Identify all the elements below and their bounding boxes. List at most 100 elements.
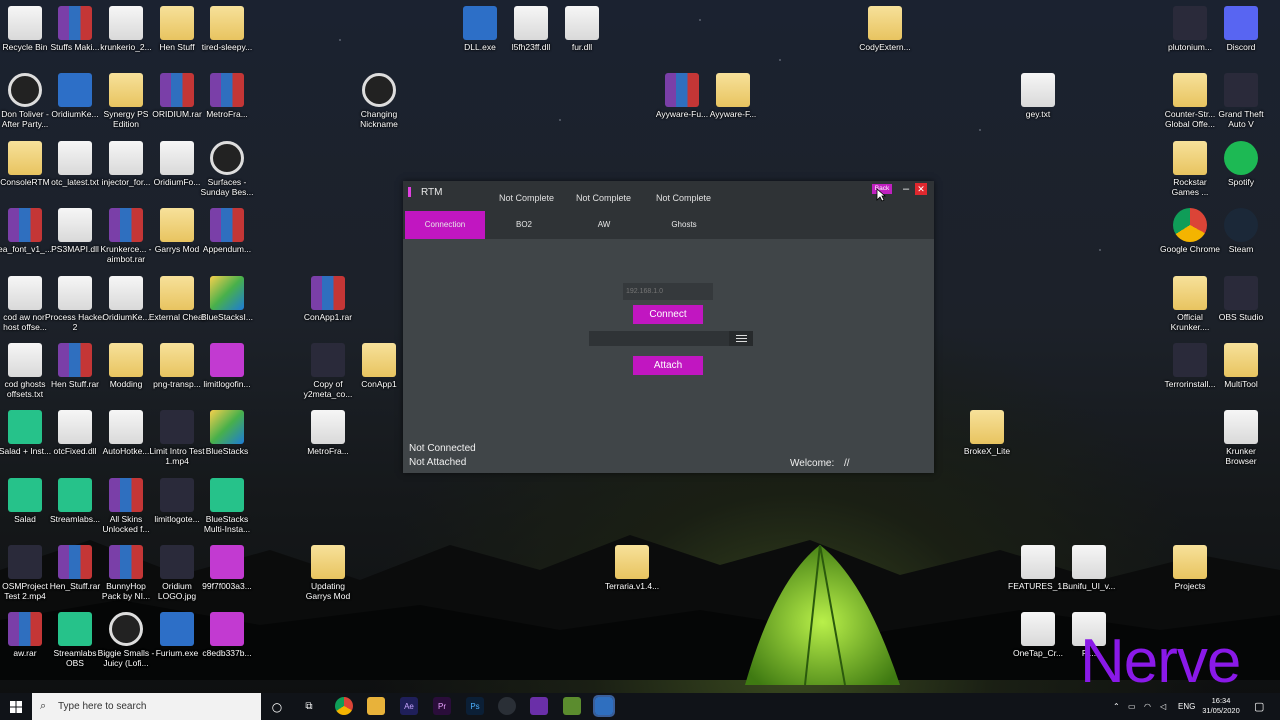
rockstar-icon [1173, 141, 1207, 175]
streamlabs-icon [58, 478, 92, 512]
network-icon[interactable]: ▭ [1128, 693, 1136, 720]
wifi-icon[interactable]: ◠ [1144, 693, 1151, 720]
desktop-icon-label: BlueStacksI... [201, 312, 253, 322]
taskbar-search-input[interactable]: ⌕ Type here to search [32, 693, 261, 720]
ip-address-input[interactable] [623, 283, 713, 300]
tab-ghosts[interactable]: Ghosts [644, 211, 724, 239]
desktop-icon[interactable]: Changing Nickname [349, 73, 409, 129]
attach-button[interactable]: Attach [633, 356, 703, 375]
cortana-icon[interactable]: ○ [266, 693, 288, 720]
desktop-icon[interactable]: 99f7f003a3... [197, 545, 257, 591]
desktop-icon[interactable]: OBS Studio [1211, 276, 1271, 322]
chrome-taskbar-icon[interactable] [335, 697, 353, 715]
tab-bo2[interactable]: BO2 [484, 211, 564, 239]
clock-time: 16:34 [1211, 696, 1231, 705]
desktop-icon[interactable]: BlueStacks [197, 410, 257, 456]
desktop-icon[interactable]: MultiTool [1211, 343, 1271, 389]
desktop-icon[interactable]: CodyExtern... [855, 6, 915, 52]
desktop-icon[interactable]: c8edb337b... [197, 612, 257, 658]
desktop-icon-label: OBS Studio [1218, 312, 1264, 322]
desktop-icon-label: ConApp1.rar [303, 312, 353, 322]
steam-taskbar-icon[interactable] [498, 697, 516, 715]
desktop-icon[interactable]: limitlogofin... [197, 343, 257, 389]
desktop-icon[interactable]: Surfaces - Sunday Bes... [197, 141, 257, 197]
desktop-icon-label: Discord [1226, 42, 1256, 52]
desktop-icon[interactable]: fur.dll [552, 6, 612, 52]
dll-icon [1072, 545, 1106, 579]
winrar-taskbar-icon[interactable] [593, 695, 615, 717]
close-button[interactable]: ✕ [915, 183, 927, 195]
rtm-title-bar[interactable]: RTM Not Complete Not Complete Not Comple… [403, 181, 934, 211]
desktop-icon[interactable]: tired-sleepy... [197, 6, 257, 52]
connect-button[interactable]: Connect [633, 305, 703, 324]
desktop-icon-label: MetroFra... [307, 446, 349, 456]
garrys-mod-icon [311, 545, 345, 579]
dll-icon [1021, 612, 1055, 646]
desktop-icon[interactable]: BlueStacksI... [197, 276, 257, 322]
after-effects-icon[interactable]: Ae [400, 697, 418, 715]
desktop-icon[interactable]: Ayyware-F... [703, 73, 763, 119]
mouse-cursor-icon [876, 188, 886, 202]
desktop-icon[interactable]: BrokeX_Lite [957, 410, 1017, 456]
desktop-icon-label: Bunifu_UI_v... [1062, 581, 1116, 591]
task-view-icon[interactable]: ⧉ [298, 693, 320, 720]
process-select[interactable] [589, 331, 753, 346]
desktop-icon[interactable]: gey.txt [1008, 73, 1068, 119]
desktop-icon-label: Grand Theft Auto V [1218, 109, 1264, 129]
desktop-icon[interactable]: BlueStacks Multi-Insta... [197, 478, 257, 534]
desktop-icon[interactable]: Projects [1160, 545, 1220, 591]
taskbar-clock[interactable]: 16:34 31/05/2020 [1200, 696, 1242, 716]
windows-start-icon[interactable] [0, 693, 32, 720]
volume-icon[interactable]: ◁ [1160, 693, 1166, 720]
dll-icon [58, 410, 92, 444]
desktop-icon-label: MultiTool [1224, 379, 1258, 389]
desktop-icon[interactable]: MetroFra... [197, 73, 257, 119]
minimize-button[interactable]: – [900, 183, 912, 195]
desktop-icon[interactable]: Updating Garrys Mod [298, 545, 358, 601]
premiere-icon[interactable]: Pr [433, 697, 451, 715]
desktop-icon[interactable]: Krunker Browser [1211, 410, 1271, 466]
archive-icon [665, 73, 699, 107]
video-file-icon [311, 343, 345, 377]
tray-chevron-icon[interactable]: ⌃ [1113, 693, 1120, 720]
search-icon: ⌕ [40, 700, 47, 712]
desktop-icon-label: Appendum... [202, 244, 252, 254]
tab-connection[interactable]: Connection [405, 211, 485, 239]
desktop-icon[interactable]: Discord [1211, 6, 1271, 52]
archive-icon [109, 545, 143, 579]
attach-status: Not Attached [409, 457, 467, 468]
language-indicator[interactable]: ENG [1178, 693, 1195, 720]
desktop-icon[interactable]: ConApp1 [349, 343, 409, 389]
desktop-icon[interactable]: ConApp1.rar [298, 276, 358, 322]
garrys-mod-icon [160, 208, 194, 242]
terror-icon [1173, 343, 1207, 377]
krunker-icon [1173, 276, 1207, 310]
desktop-icon[interactable]: Spotify [1211, 141, 1271, 187]
vlc-icon [362, 73, 396, 107]
notification-icon[interactable]: ▢ [1254, 693, 1264, 720]
desktop-icon[interactable]: Steam [1211, 208, 1271, 254]
desktop-icon[interactable]: MetroFra... [298, 410, 358, 456]
archive-folder-icon [716, 73, 750, 107]
exe-icon [160, 612, 194, 646]
photoshop-icon[interactable]: Ps [466, 697, 484, 715]
dll-icon [1021, 545, 1055, 579]
visual-studio-icon[interactable] [530, 697, 548, 715]
minecraft-icon[interactable] [563, 697, 581, 715]
folder-icon [109, 343, 143, 377]
desktop-icon[interactable]: Grand Theft Auto V [1211, 73, 1271, 129]
rtm-tabs: Connection BO2 AW Ghosts [403, 211, 934, 239]
text-file-icon [8, 343, 42, 377]
desktop-icon-label: MetroFra... [206, 109, 248, 119]
hamburger-menu-icon[interactable] [729, 331, 753, 346]
archive-icon [8, 612, 42, 646]
nerve-watermark: Nerve [1080, 627, 1241, 696]
desktop-icon[interactable]: Bunifu_UI_v... [1059, 545, 1119, 591]
archive-folder-icon [109, 73, 143, 107]
tab-aw[interactable]: AW [564, 211, 644, 239]
wallpaper-tent [745, 544, 900, 686]
desktop-icon[interactable]: Terraria.v1.4... [602, 545, 662, 591]
desktop-icon[interactable]: Appendum... [197, 208, 257, 254]
video-file-icon [160, 478, 194, 512]
file-explorer-icon[interactable] [367, 697, 385, 715]
